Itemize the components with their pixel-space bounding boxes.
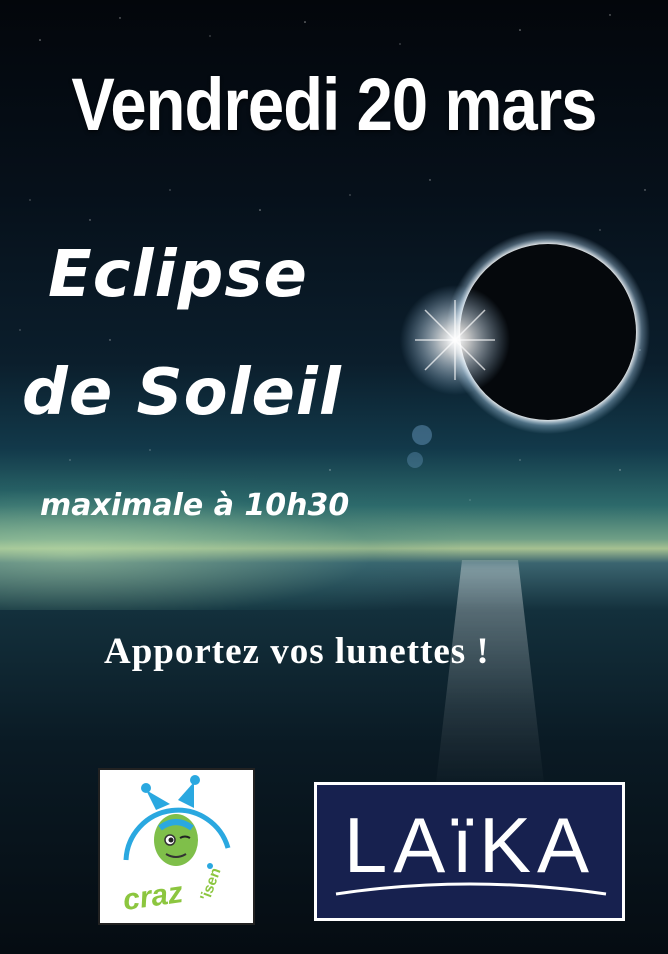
event-date: Vendredi 20 mars bbox=[71, 63, 597, 146]
call-to-action: Apportez vos lunettes ! bbox=[104, 631, 490, 672]
laika-logo: LAïKA bbox=[314, 782, 625, 921]
eclipse-poster: Vendredi 20 mars Eclipse de Soleil maxim… bbox=[0, 0, 668, 954]
solar-eclipse-icon bbox=[400, 230, 650, 468]
crazisen-logo: craz 'isen bbox=[98, 768, 255, 925]
event-title-line1: Eclipse bbox=[48, 238, 308, 312]
horizon-arc-icon bbox=[335, 882, 607, 896]
event-subtitle: maximale à 10h30 bbox=[40, 488, 350, 523]
water-reflection bbox=[434, 560, 546, 800]
event-title-line2: de Soleil bbox=[22, 356, 342, 430]
